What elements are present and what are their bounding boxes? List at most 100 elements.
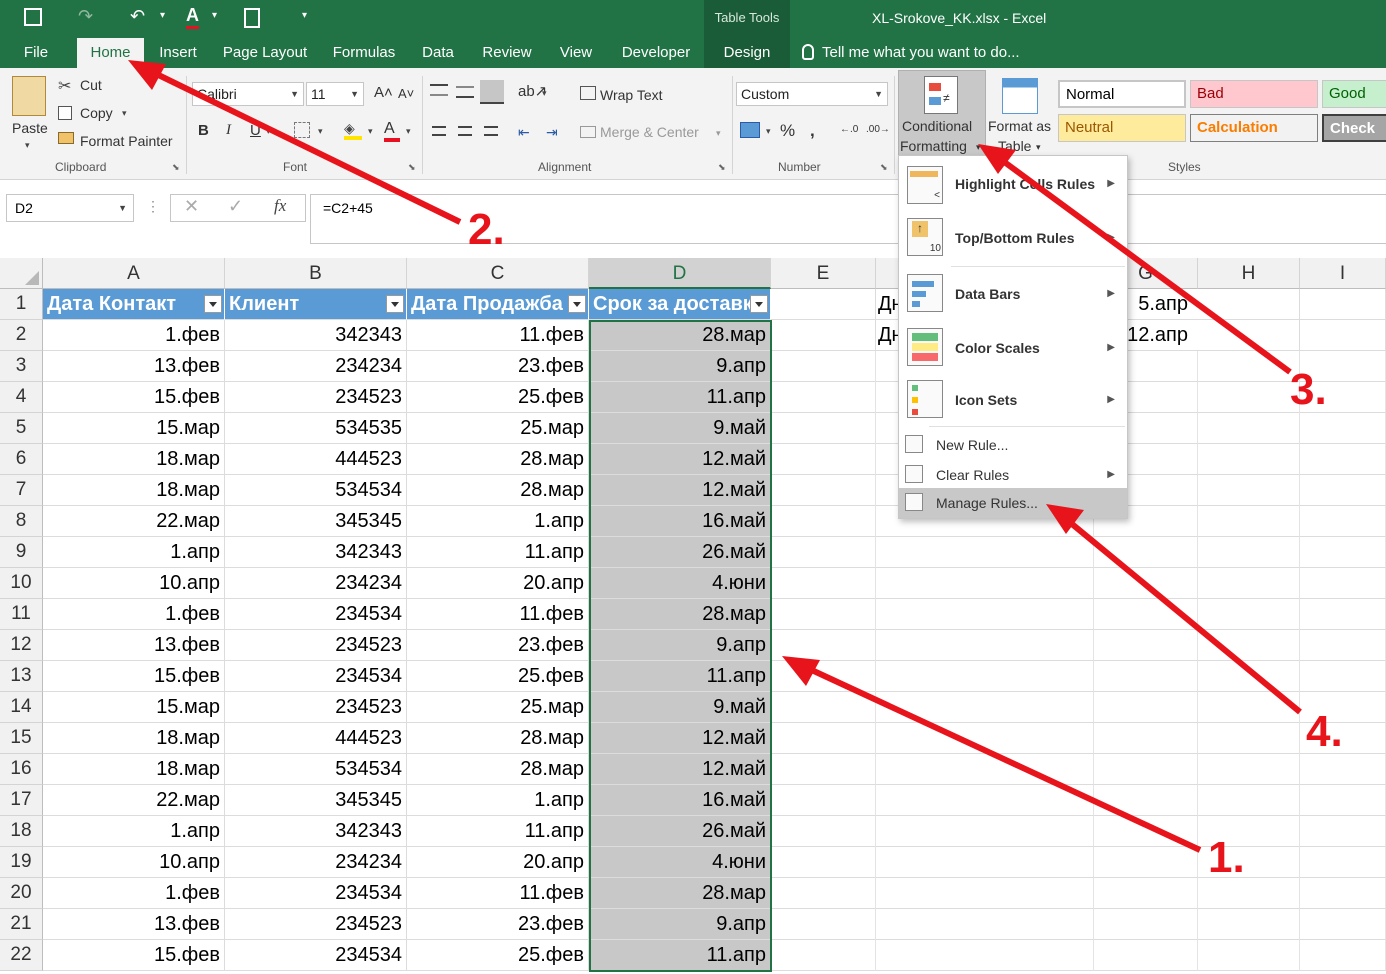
row-header[interactable]: 11 (0, 599, 43, 630)
empty-cell[interactable] (1300, 537, 1386, 568)
menu-item-color-scales[interactable]: Color Scales ▶ (899, 326, 1127, 370)
table-cell[interactable]: 12.май (589, 444, 771, 475)
style-calculation[interactable]: Calculation (1190, 114, 1318, 142)
borders-dropdown-icon[interactable]: ▾ (318, 126, 323, 137)
tell-me-search[interactable]: Tell me what you want to do... (822, 38, 1022, 68)
align-left-icon[interactable] (432, 126, 446, 136)
accounting-dropdown-icon[interactable]: ▾ (766, 126, 771, 137)
paste-button[interactable]: Paste (12, 120, 48, 136)
table-cell[interactable]: 444523 (225, 723, 407, 754)
empty-cell[interactable] (771, 940, 876, 971)
empty-cell[interactable] (1094, 878, 1198, 909)
empty-cell[interactable] (771, 661, 876, 692)
tab-design[interactable]: Design (704, 38, 790, 68)
align-center-icon[interactable] (458, 126, 472, 136)
empty-cell[interactable] (876, 754, 1094, 785)
table-cell[interactable]: 11.фев (407, 878, 589, 909)
italic-icon[interactable]: I (226, 122, 231, 139)
table-cell[interactable]: 345345 (225, 785, 407, 816)
table-cell[interactable]: 11.апр (407, 816, 589, 847)
redo-icon[interactable]: ↷ (78, 6, 93, 27)
table-cell[interactable]: 15.мар (43, 413, 225, 444)
empty-cell[interactable] (771, 599, 876, 630)
copy-dropdown-icon[interactable]: ▾ (122, 108, 127, 119)
table-cell[interactable]: 22.мар (43, 506, 225, 537)
table-cell[interactable]: 13.фев (43, 351, 225, 382)
table-cell[interactable]: 25.фев (407, 382, 589, 413)
table-cell[interactable]: 28.мар (407, 723, 589, 754)
table-cell[interactable]: 10.апр (43, 847, 225, 878)
filter-dropdown-icon[interactable] (750, 295, 768, 313)
print-preview-icon[interactable] (244, 8, 260, 28)
table-cell[interactable]: 23.фев (407, 630, 589, 661)
empty-cell[interactable] (1198, 444, 1300, 475)
align-middle-icon[interactable] (456, 86, 474, 98)
tab-insert[interactable]: Insert (152, 38, 204, 68)
table-cell[interactable]: 23.фев (407, 351, 589, 382)
empty-cell[interactable] (771, 320, 876, 351)
merge-center-button[interactable]: Merge & Center (600, 124, 699, 140)
column-header-e[interactable]: E (771, 258, 876, 289)
empty-cell[interactable] (1300, 506, 1386, 537)
empty-cell[interactable] (876, 537, 1094, 568)
table-cell[interactable]: 9.апр (589, 909, 771, 940)
table-cell[interactable]: 18.мар (43, 754, 225, 785)
table-cell[interactable]: 234523 (225, 382, 407, 413)
enter-icon[interactable]: ✓ (228, 196, 243, 217)
number-launcher-icon[interactable]: ⬊ (880, 162, 888, 173)
table-cell[interactable]: 342343 (225, 816, 407, 847)
table-header-cell[interactable]: Клиент (225, 289, 407, 320)
empty-cell[interactable] (1300, 289, 1386, 320)
tab-data[interactable]: Data (414, 38, 462, 68)
empty-cell[interactable] (1198, 351, 1300, 382)
table-cell[interactable]: 15.фев (43, 661, 225, 692)
align-right-icon[interactable] (484, 126, 498, 136)
empty-cell[interactable] (771, 568, 876, 599)
borders-icon[interactable] (294, 122, 310, 138)
copy-icon[interactable] (58, 106, 72, 120)
empty-cell[interactable] (1094, 847, 1198, 878)
empty-cell[interactable] (876, 661, 1094, 692)
row-header[interactable]: 20 (0, 878, 43, 909)
orientation-dropdown-icon[interactable]: ▾ (542, 88, 547, 99)
empty-cell[interactable] (1300, 940, 1386, 971)
copy-button[interactable]: Copy (80, 105, 113, 121)
table-cell[interactable]: 234534 (225, 661, 407, 692)
empty-cell[interactable] (1198, 847, 1300, 878)
table-cell[interactable]: 25.фев (407, 661, 589, 692)
empty-cell[interactable] (1094, 723, 1198, 754)
empty-cell[interactable] (1198, 413, 1300, 444)
cut-icon[interactable]: ✂ (58, 76, 71, 96)
table-cell[interactable]: 13.фев (43, 909, 225, 940)
empty-cell[interactable] (771, 816, 876, 847)
menu-item-data-bars[interactable]: Data Bars ▶ (899, 272, 1127, 316)
format-as-table-icon[interactable] (1002, 78, 1038, 114)
empty-cell[interactable] (1198, 599, 1300, 630)
column-header-i[interactable]: I (1300, 258, 1386, 289)
column-header-d[interactable]: D (589, 258, 771, 289)
empty-cell[interactable] (1198, 630, 1300, 661)
table-cell[interactable]: 25.фев (407, 940, 589, 971)
empty-cell[interactable] (1198, 289, 1300, 320)
row-header[interactable]: 21 (0, 909, 43, 940)
empty-cell[interactable] (1300, 754, 1386, 785)
empty-cell[interactable] (1198, 723, 1300, 754)
number-format-combo[interactable]: Custom ▼ (736, 82, 888, 106)
table-cell[interactable]: 234523 (225, 630, 407, 661)
accounting-format-icon[interactable] (740, 122, 760, 138)
empty-cell[interactable] (771, 506, 876, 537)
empty-cell[interactable] (1300, 351, 1386, 382)
table-cell[interactable]: 1.фев (43, 320, 225, 351)
empty-cell[interactable] (771, 878, 876, 909)
increase-decimal-icon[interactable]: ←.0 (840, 124, 858, 135)
alignment-launcher-icon[interactable]: ⬊ (718, 162, 726, 173)
table-cell[interactable]: 342343 (225, 537, 407, 568)
empty-cell[interactable] (1300, 444, 1386, 475)
table-cell[interactable]: 11.апр (589, 940, 771, 971)
table-cell[interactable]: 4.юни (589, 568, 771, 599)
customize-qat-icon[interactable]: ▾ (302, 10, 307, 21)
empty-cell[interactable] (1094, 754, 1198, 785)
font-launcher-icon[interactable]: ⬊ (408, 162, 416, 173)
table-cell[interactable]: 12.май (589, 723, 771, 754)
table-cell[interactable]: 9.апр (589, 351, 771, 382)
